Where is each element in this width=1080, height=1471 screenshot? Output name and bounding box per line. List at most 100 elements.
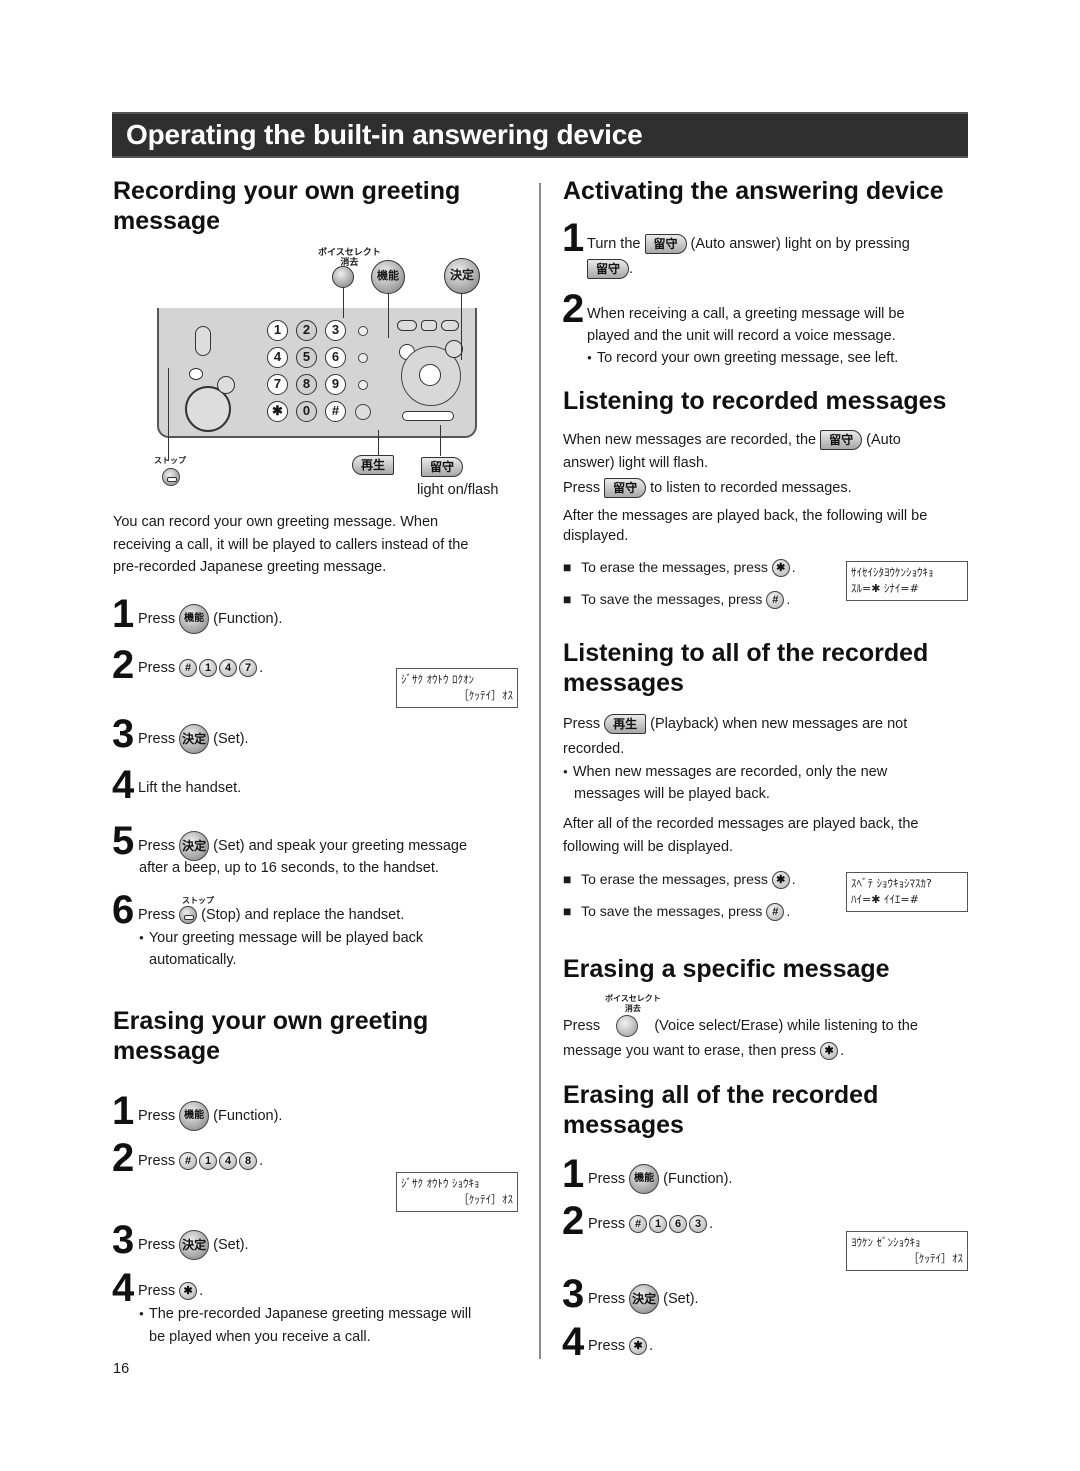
leader-line <box>343 288 344 318</box>
stop-button-icon <box>179 906 198 925</box>
paragraph: Press (Voice select/Erase) while listeni… <box>563 1015 918 1038</box>
step-number: 1 <box>112 1089 135 1133</box>
panel-round-button <box>355 404 371 420</box>
key-7: 7 <box>267 374 288 395</box>
heading-listening-all: Listening to all of the recorded messages <box>563 639 929 697</box>
step-text: Press (Stop) and replace the handset. <box>138 906 405 925</box>
step-number: 3 <box>112 712 135 756</box>
function-button-icon: 機能 <box>371 260 405 294</box>
voice-select-erase-button-icon <box>616 1015 639 1038</box>
paragraph: following will be displayed. <box>563 839 734 855</box>
panel-dot <box>358 380 368 390</box>
paragraph: After the messages are played back, the … <box>563 508 928 524</box>
leader-line <box>168 368 169 460</box>
playback-button-icon: 再生 <box>604 714 647 735</box>
step-text: Press ✱. <box>588 1337 654 1356</box>
page-title: Operating the built-in answering device <box>126 119 643 150</box>
step-text: Press #1 6 3. <box>588 1215 714 1234</box>
heading-erasing-greeting: Erasing your own greeting message <box>113 1007 429 1065</box>
step-text: after a beep, up to 16 seconds, to the h… <box>139 860 439 876</box>
key-icon: 8 <box>239 1152 258 1171</box>
paragraph: When new messages are recorded, the 留守 (… <box>563 429 901 451</box>
key-icon: 3 <box>689 1215 708 1234</box>
step-text: played and the unit will record a voice … <box>587 328 896 344</box>
step-number: 2 <box>562 287 585 331</box>
auto-answer-button-icon: 留守 <box>421 457 464 477</box>
panel-pill-button <box>441 320 459 331</box>
step-number: 2 <box>112 643 135 687</box>
light-caption: light on/flash <box>417 482 499 498</box>
playback-autoanswer-bar-icon <box>402 411 454 421</box>
hash-key-icon: # <box>766 903 785 922</box>
key-icon: 6 <box>669 1215 688 1234</box>
paragraph: Press 再生 (Playback) when new messages ar… <box>563 713 907 735</box>
step-text: Press ✱. <box>138 1282 204 1301</box>
step-text: 留守. <box>587 258 633 280</box>
set-button-icon: 決定 <box>444 258 480 294</box>
auto-answer-button-icon: 留守 <box>820 430 863 451</box>
set-button-icon: 決定 <box>179 1230 210 1260</box>
column-divider <box>539 183 541 1359</box>
step-number: 3 <box>562 1272 585 1316</box>
voice-select-label: ボイスセレクト 消去 <box>605 994 661 1013</box>
lcd-display: ｽﾍﾞﾃ ｼｮｳｷｮｼﾏｽｶ? ﾊｲ=✱ ｲｲｴ=# <box>846 872 968 912</box>
step-number: 2 <box>112 1136 135 1180</box>
stop-button-icon <box>189 368 203 380</box>
step-number: 4 <box>112 1266 135 1310</box>
paragraph: Press 留守 to listen to recorded messages. <box>563 477 852 499</box>
step-number: 6 <box>112 888 135 932</box>
key-1: 1 <box>267 320 288 341</box>
handset-hook-icon <box>195 326 211 356</box>
heading-erasing-all: Erasing all of the recorded messages <box>563 1081 879 1139</box>
hash-key-icon: # <box>179 1152 198 1171</box>
leader-line <box>388 294 389 338</box>
step-text: Press #1 4 8. <box>138 1152 264 1171</box>
bullet-note: automatically. <box>149 952 237 968</box>
step-number: 4 <box>562 1320 585 1364</box>
key-4: 4 <box>267 347 288 368</box>
key-icon: 1 <box>199 659 218 678</box>
star-key-icon: ✱ <box>179 1282 198 1301</box>
paragraph: recorded. <box>563 741 625 757</box>
key-icon: 1 <box>649 1215 668 1234</box>
set-button-icon: 決定 <box>179 724 210 754</box>
star-key-icon: ✱ <box>771 559 790 578</box>
bullet-note: When new messages are recorded, only the… <box>563 761 887 783</box>
small-dial-icon <box>217 376 235 394</box>
step-text: Press 決定 (Set). <box>138 724 249 754</box>
star-key-icon: ✱ <box>771 871 790 890</box>
step-number: 1 <box>562 1152 585 1196</box>
heading-listening: Listening to recorded messages <box>563 387 947 415</box>
stop-label: ストップ <box>154 456 186 465</box>
step-text: Press 機能 (Function). <box>138 1101 282 1131</box>
playback-button-icon: 再生 <box>352 455 395 475</box>
step-text: Lift the handset. <box>138 780 242 796</box>
hash-key-icon: # <box>629 1215 648 1234</box>
fax-control-panel: 1 2 3 4 5 6 7 8 9 ✱ 0 # <box>157 308 477 438</box>
step-number: 3 <box>112 1218 135 1262</box>
lcd-display: ｼﾞｻｸ ｵｳﾄｳ ｼｮｳｷｮ ［ｹｯﾃｲ］ｵｽ <box>396 1172 518 1212</box>
function-button-icon: 機能 <box>179 604 210 634</box>
step-text: When receiving a call, a greeting messag… <box>587 306 905 322</box>
voice-select-label: ボイスセレクト 消去 <box>318 247 381 267</box>
key-0: 0 <box>296 401 317 422</box>
paragraph: message you want to erase, then press ✱. <box>563 1042 845 1061</box>
hash-key-icon: # <box>766 591 785 610</box>
key-6: 6 <box>325 347 346 368</box>
bullet-note: be played when you receive a call. <box>149 1329 371 1345</box>
step-number: 1 <box>112 592 135 636</box>
auto-answer-button-icon: 留守 <box>587 259 630 280</box>
heading-activating: Activating the answering device <box>563 177 944 205</box>
voice-select-dot <box>358 326 368 336</box>
stop-button-icon <box>162 468 180 486</box>
leader-line <box>440 425 441 456</box>
bullet-note: Your greeting message will be played bac… <box>139 927 423 949</box>
heading-recording-greeting: Recording your own greeting message <box>113 177 461 235</box>
key-icon: 4 <box>219 1152 238 1171</box>
step-text: Press #1 4 7. <box>138 659 264 678</box>
save-instruction: To save the messages, press #. <box>563 588 790 610</box>
key-9: 9 <box>325 374 346 395</box>
key-icon: 4 <box>219 659 238 678</box>
panel-dot <box>358 353 368 363</box>
set-key-icon <box>419 364 441 386</box>
